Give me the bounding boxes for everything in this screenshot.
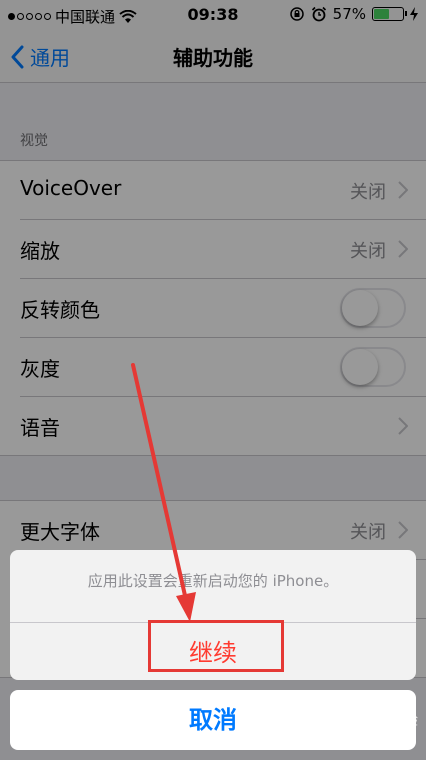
watermark: Baidu 经验 [345, 713, 418, 729]
annotation-highlight-box [148, 620, 284, 672]
action-sheet-message: 应用此设置会重新启动您的 iPhone。 [87, 572, 339, 590]
